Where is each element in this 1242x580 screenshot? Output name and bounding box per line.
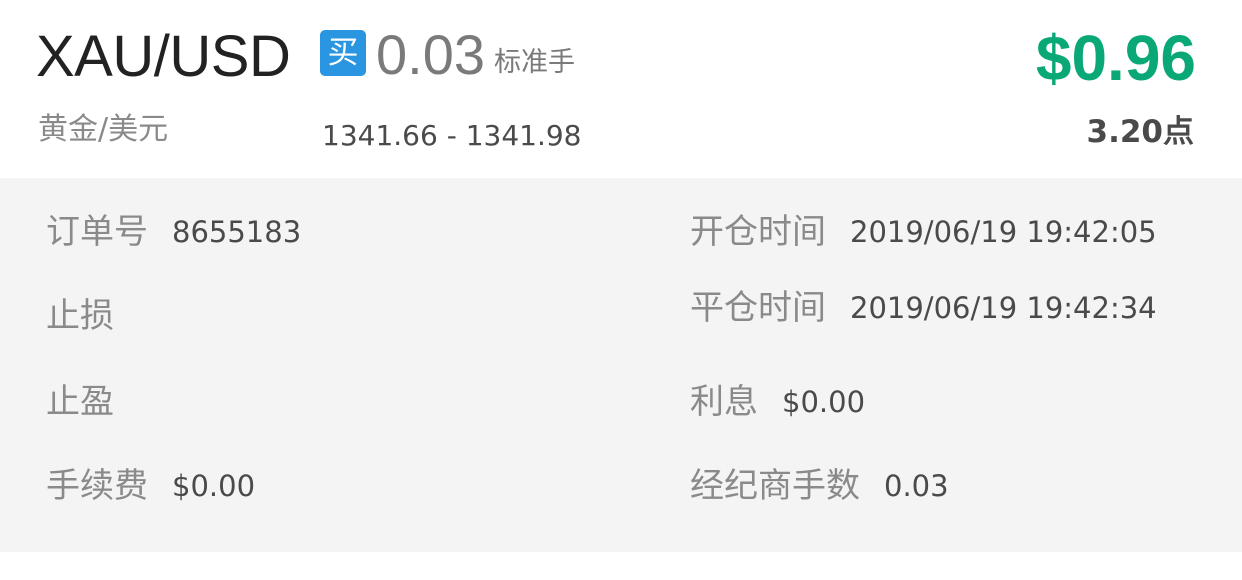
open-time-row: 开仓时间 2019/06/19 19:42:05 xyxy=(690,210,1157,254)
lot-unit-label: 标准手 xyxy=(494,47,575,78)
close-time-value: 2019/06/19 19:42:34 xyxy=(850,291,1157,325)
commission-row: 手续费 $0.00 xyxy=(46,464,255,508)
open-time-value: 2019/06/19 19:42:05 xyxy=(850,215,1157,249)
swap-label: 利息 xyxy=(690,382,758,422)
profit-amount: $0.96 xyxy=(1035,22,1196,94)
take-profit-row: 止盈 xyxy=(46,380,114,424)
order-details-panel: 订单号 8655183 开仓时间 2019/06/19 19:42:05 止损 平仓… xyxy=(0,178,1242,552)
commission-label: 手续费 xyxy=(46,466,148,506)
swap-value: $0.00 xyxy=(782,385,866,419)
order-header: XAU/USD 买 0.03 标准手 $0.96 黄金/美元 1341.66 -… xyxy=(0,0,1242,178)
order-id-value: 8655183 xyxy=(172,215,302,249)
broker-lots-row: 经纪商手数 0.03 xyxy=(690,464,949,508)
swap-row: 利息 $0.00 xyxy=(690,380,865,424)
close-time-row: 平仓时间 2019/06/19 19:42:34 xyxy=(690,286,1157,330)
stop-loss-label: 止损 xyxy=(46,296,114,336)
order-id-label: 订单号 xyxy=(46,212,148,252)
price-range: 1341.66 - 1341.98 xyxy=(322,119,582,152)
order-volume: 0.03 xyxy=(376,23,485,86)
stop-loss-row: 止损 xyxy=(46,294,114,338)
profit-points: 3.20点 xyxy=(1086,114,1195,150)
commission-value: $0.00 xyxy=(172,469,256,503)
symbol-code: XAU/USD xyxy=(36,24,291,89)
order-id-row: 订单号 8655183 xyxy=(46,210,301,254)
broker-lots-value: 0.03 xyxy=(884,469,949,503)
close-time-label: 平仓时间 xyxy=(690,288,826,328)
symbol-name: 黄金/美元 xyxy=(38,112,169,147)
open-time-label: 开仓时间 xyxy=(690,212,826,252)
buy-side-badge: 买 xyxy=(320,30,366,76)
broker-lots-label: 经纪商手数 xyxy=(690,466,860,506)
take-profit-label: 止盈 xyxy=(46,382,114,422)
